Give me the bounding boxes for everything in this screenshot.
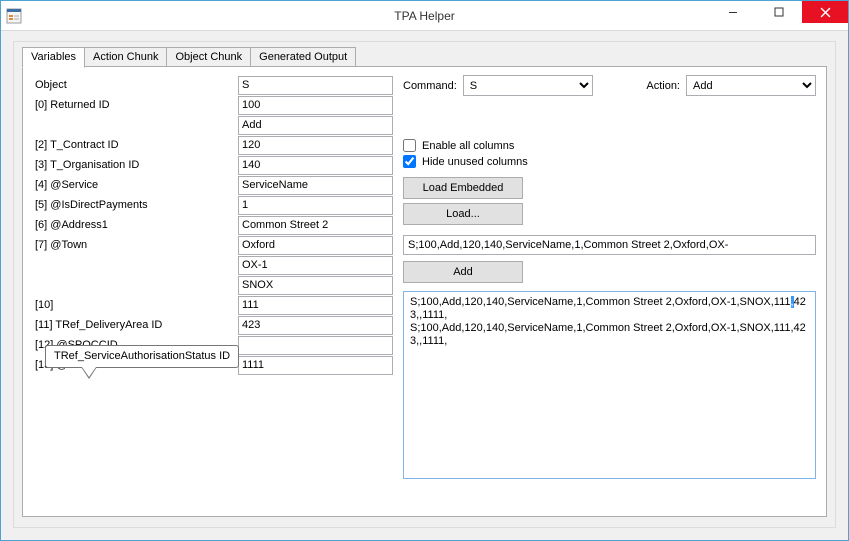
variable-value-input[interactable]: [238, 276, 393, 295]
variable-row: [2] T_Contract ID: [33, 135, 393, 155]
tab-page-variables: Object [0] Returned ID [2] T_Contract ID [3…: [22, 66, 827, 517]
maximize-button[interactable]: [756, 1, 802, 23]
tab-action-chunk[interactable]: Action Chunk: [85, 47, 167, 67]
variable-value-input[interactable]: [238, 236, 393, 255]
tab-strip: Variables Action Chunk Object Chunk Gene…: [22, 47, 827, 67]
enable-all-columns-label: Enable all columns: [422, 140, 514, 152]
tab-generated-output[interactable]: Generated Output: [251, 47, 356, 67]
variable-label: [5] @IsDirectPayments: [33, 199, 238, 211]
variable-value-input[interactable]: [238, 256, 393, 275]
variable-row: [6] @Address1: [33, 215, 393, 235]
command-label: Command:: [403, 80, 457, 92]
variable-row: [33, 115, 393, 135]
variable-label: Object: [33, 79, 238, 91]
app-icon: [1, 1, 27, 31]
variable-value-input[interactable]: [238, 296, 393, 315]
action-select[interactable]: Add: [686, 75, 816, 96]
close-button[interactable]: [802, 1, 848, 23]
variable-row: [4] @Service: [33, 175, 393, 195]
load-embedded-button[interactable]: Load Embedded: [403, 177, 523, 199]
window-controls: [710, 1, 848, 30]
variable-label: [2] T_Contract ID: [33, 139, 238, 151]
variables-column: Object [0] Returned ID [2] T_Contract ID [3…: [33, 75, 393, 508]
tab-object-chunk[interactable]: Object Chunk: [167, 47, 251, 67]
variable-row: [5] @IsDirectPayments: [33, 195, 393, 215]
client-area: Variables Action Chunk Object Chunk Gene…: [1, 31, 848, 540]
variable-value-input[interactable]: [238, 76, 393, 95]
main-group: Variables Action Chunk Object Chunk Gene…: [13, 41, 836, 528]
variable-row: [0] Returned ID: [33, 95, 393, 115]
variable-label: [0] Returned ID: [33, 99, 238, 111]
variable-label: [4] @Service: [33, 179, 238, 191]
enable-all-columns-checkbox[interactable]: [403, 139, 416, 152]
command-line-input[interactable]: [403, 235, 816, 255]
variable-row: [7] @Town: [33, 235, 393, 255]
variable-label: [3] T_Organisation ID: [33, 159, 238, 171]
hide-unused-columns-label: Hide unused columns: [422, 156, 528, 168]
variable-value-input[interactable]: [238, 156, 393, 175]
action-label: Action:: [646, 80, 680, 92]
variable-label: [11] TRef_DeliveryArea ID: [33, 319, 238, 331]
controls-column: Command: S Action: Add: [403, 75, 816, 508]
variable-value-input[interactable]: [238, 336, 393, 355]
variable-value-input[interactable]: [238, 176, 393, 195]
app-window: TPA Helper Variables Action Chunk Object…: [0, 0, 849, 541]
variable-row: Object: [33, 75, 393, 95]
variable-value-input[interactable]: [238, 356, 393, 375]
titlebar: TPA Helper: [1, 1, 848, 31]
variable-value-input[interactable]: [238, 136, 393, 155]
variable-row: [33, 275, 393, 295]
variable-row: [10]: [33, 295, 393, 315]
variable-row: [33, 255, 393, 275]
variable-label: [7] @Town: [33, 239, 238, 251]
variable-value-input[interactable]: [238, 216, 393, 235]
variable-label: [10]: [33, 299, 238, 311]
minimize-button[interactable]: [710, 1, 756, 23]
variable-value-input[interactable]: [238, 96, 393, 115]
tab-variables[interactable]: Variables: [22, 47, 85, 68]
variable-row: [3] T_Organisation ID: [33, 155, 393, 175]
tooltip: TRef_ServiceAuthorisationStatus ID: [45, 345, 239, 368]
variable-value-input[interactable]: [238, 116, 393, 135]
variable-value-input[interactable]: [238, 196, 393, 215]
hide-unused-columns-checkbox[interactable]: [403, 155, 416, 168]
variable-row: [11] TRef_DeliveryArea ID: [33, 315, 393, 335]
variable-label: [6] @Address1: [33, 219, 238, 231]
variable-value-input[interactable]: [238, 316, 393, 335]
output-textarea[interactable]: S;100,Add,120,140,ServiceName,1,Common S…: [403, 291, 816, 479]
add-button[interactable]: Add: [403, 261, 523, 283]
load-button[interactable]: Load...: [403, 203, 523, 225]
command-select[interactable]: S: [463, 75, 593, 96]
